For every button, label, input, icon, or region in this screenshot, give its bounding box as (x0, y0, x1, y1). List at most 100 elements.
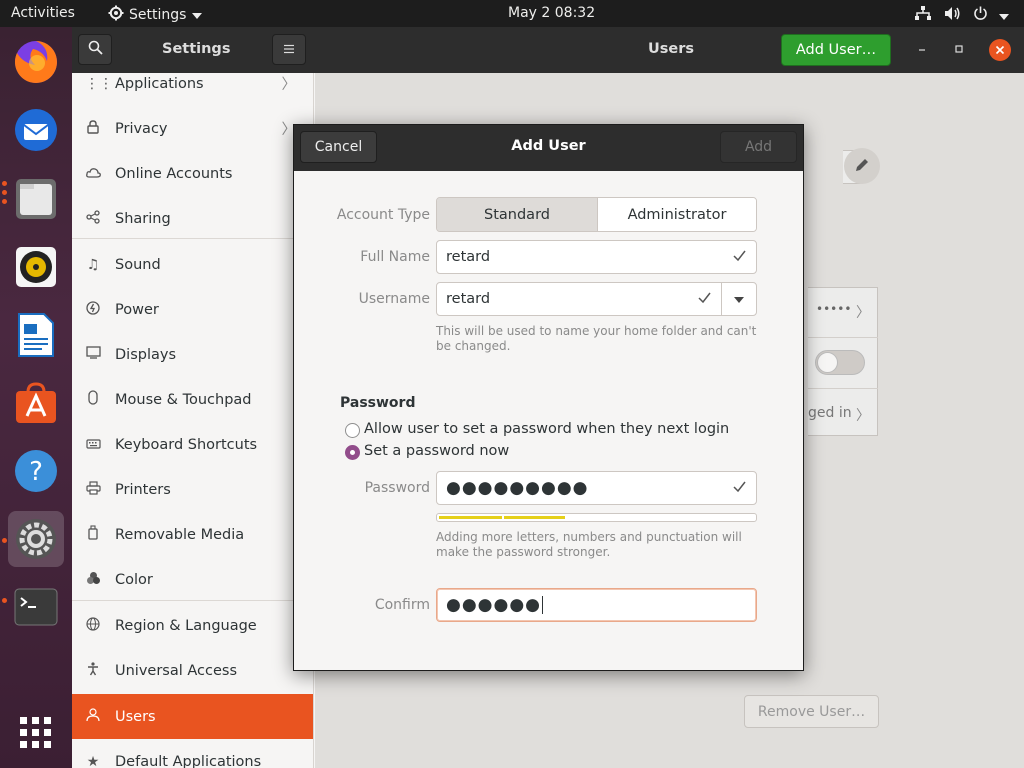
account-type-standard[interactable]: Standard (437, 198, 598, 231)
app-menu[interactable]: Settings (108, 5, 203, 25)
account-type-administrator[interactable]: Administrator (598, 198, 756, 231)
sidebar-item-label: Sound (115, 256, 161, 273)
checkmark-icon (732, 248, 747, 267)
dock: ? (0, 27, 72, 768)
radio-login-later-label[interactable]: Allow user to set a password when they n… (364, 421, 729, 437)
activities-button[interactable]: Activities (11, 5, 75, 21)
sidebar-item-label: Universal Access (115, 662, 238, 679)
app-menu-label: Settings (129, 7, 187, 23)
username-field[interactable]: retard (436, 282, 722, 316)
hamburger-icon (283, 42, 295, 58)
apps-icon: ⋮⋮ (85, 75, 113, 92)
sidebar-item-label: Printers (115, 481, 171, 498)
app-grid-icon[interactable] (8, 705, 64, 761)
minimize-icon[interactable] (916, 39, 928, 57)
sidebar-item-privacy[interactable]: Privacy 〉 (72, 106, 313, 151)
sidebar-item-label: Color (115, 571, 153, 588)
add-user-button[interactable]: Add User… (781, 34, 891, 66)
sidebar-item-keyboard-shortcuts[interactable]: Keyboard Shortcuts (72, 422, 313, 467)
clock[interactable]: May 2 08:32 (508, 5, 595, 21)
sidebar-item-label: Mouse & Touchpad (115, 391, 252, 408)
power-icon[interactable] (973, 6, 988, 25)
username-dropdown-button[interactable] (721, 282, 757, 316)
auto-login-toggle[interactable] (815, 350, 865, 375)
pencil-icon (854, 157, 870, 177)
menu-button[interactable] (272, 34, 306, 65)
sidebar-item-printers[interactable]: Printers (72, 467, 313, 512)
sidebar-item-label: Applications (115, 75, 204, 92)
users-icon (85, 707, 101, 726)
rhythmbox-icon[interactable] (8, 239, 64, 295)
sidebar-item-region-language[interactable]: Region & Language (72, 603, 313, 648)
sidebar-item-removable-media[interactable]: Removable Media (72, 512, 313, 557)
account-type-selector: Standard Administrator (436, 197, 757, 232)
sidebar-item-universal-access[interactable]: Universal Access (72, 648, 313, 693)
remove-user-button[interactable]: Remove User… (744, 695, 879, 728)
password-value: ●●●●●●●●● (446, 478, 589, 498)
password-dots[interactable]: ••••• (816, 302, 851, 316)
strength-segment-divider (628, 515, 630, 520)
files-icon[interactable] (8, 171, 64, 227)
maximize-icon[interactable] (954, 42, 964, 58)
volume-icon[interactable] (945, 6, 961, 25)
password-section-title: Password (340, 395, 416, 411)
sidebar-item-displays[interactable]: Displays (72, 332, 313, 377)
close-icon[interactable] (989, 39, 1011, 61)
sidebar-item-label: Power (115, 301, 159, 318)
triangle-down-icon (192, 7, 203, 23)
radio-set-now[interactable] (345, 445, 360, 460)
sidebar-title: Settings (162, 41, 231, 57)
confirm-label: Confirm (374, 597, 430, 613)
top-bar: Activities Settings May 2 08:32 (0, 0, 1024, 27)
terminal-icon[interactable] (8, 579, 64, 635)
add-user-dialog: Cancel Add User Add Account Type Standar… (293, 124, 804, 671)
svg-text:?: ? (29, 457, 43, 487)
network-icon[interactable] (915, 6, 931, 25)
globe-icon (85, 616, 101, 635)
star-icon: ★ (86, 753, 100, 768)
confirm-field[interactable]: ●●●●●● (436, 588, 757, 622)
confirm-value: ●●●●●● (446, 595, 542, 615)
sidebar-item-power[interactable]: Power (72, 287, 313, 332)
checkmark-icon (697, 290, 712, 309)
sidebar-item-label: Online Accounts (115, 165, 233, 182)
full-name-field[interactable]: retard (436, 240, 757, 274)
sidebar-item-sharing[interactable]: Sharing (72, 196, 313, 241)
radio-login-later[interactable] (345, 423, 360, 438)
help-icon[interactable]: ? (8, 443, 64, 499)
firefox-icon[interactable] (8, 34, 64, 90)
sidebar-item-color[interactable]: Color (72, 557, 313, 602)
keyboard-icon (85, 437, 101, 453)
sidebar-item-label: Displays (115, 346, 177, 363)
add-button[interactable]: Add (720, 131, 797, 163)
sidebar-item-online-accounts[interactable]: Online Accounts (72, 151, 313, 196)
share-icon (85, 209, 101, 228)
sidebar-item-sound[interactable]: ♫ Sound (72, 242, 313, 287)
strength-segment-divider (502, 515, 504, 520)
access-icon (85, 661, 101, 680)
sidebar-item-applications[interactable]: ⋮⋮ Applications 〉 (72, 73, 313, 106)
radio-set-now-label[interactable]: Set a password now (364, 443, 509, 459)
sidebar-item-default-applications[interactable]: ★ Default Applications (72, 739, 313, 768)
thunderbird-icon[interactable] (8, 102, 64, 158)
system-menu-arrow-icon[interactable] (999, 8, 1009, 24)
sidebar-item-label: Users (115, 708, 156, 725)
user-details-list: ••••• 〉 ged in 〉 (808, 287, 878, 436)
sidebar-item-users[interactable]: Users (72, 694, 313, 739)
password-field[interactable]: ●●●●●●●●● (436, 471, 757, 505)
sidebar-item-mouse-touchpad[interactable]: Mouse & Touchpad (72, 377, 313, 422)
header-bar: Settings Users Add User… (72, 27, 1024, 73)
writer-icon[interactable] (8, 307, 64, 363)
search-button[interactable] (78, 34, 112, 65)
mouse-icon (85, 390, 101, 409)
page-title: Users (648, 41, 695, 57)
password-hint: Adding more letters, numbers and punctua… (436, 530, 742, 559)
printer-icon (85, 480, 101, 499)
sidebar: ⋮⋮ Applications 〉 Privacy 〉 Online Accou… (72, 73, 314, 768)
software-icon[interactable] (8, 375, 64, 431)
sidebar-item-label: Sharing (115, 210, 171, 227)
settings-icon[interactable] (8, 511, 64, 567)
chevron-right-icon: 〉 (856, 305, 870, 321)
chevron-right-icon: 〉 (856, 408, 870, 424)
full-name-value: retard (446, 249, 491, 265)
